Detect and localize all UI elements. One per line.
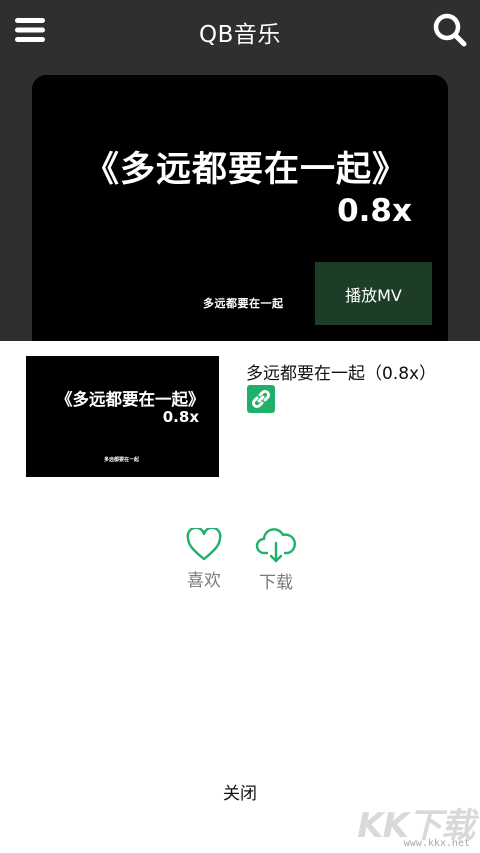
app-header: QB音乐 (0, 0, 480, 62)
play-mv-button[interactable]: 播放MV (315, 262, 432, 325)
song-name: 多远都要在一起（0.8x） (246, 364, 437, 384)
link-icon (251, 389, 271, 409)
search-icon (433, 13, 467, 47)
like-label: 喜欢 (187, 571, 221, 591)
heart-icon (186, 528, 222, 561)
link-button[interactable] (247, 385, 275, 413)
poster-small-title: 多远都要在一起 (203, 297, 284, 310)
download-label: 下载 (259, 573, 293, 593)
song-thumbnail[interactable]: 《多远都要在一起》 0.8x 多远都要在一起 (26, 356, 219, 477)
thumbnail-small-title: 多远都要在一起 (104, 457, 140, 463)
thumbnail-speed: 0.8x (162, 408, 199, 426)
app-title: QB音乐 (199, 22, 281, 48)
thumbnail-title: 《多远都要在一起》 (56, 390, 205, 409)
mv-poster[interactable]: 《多远都要在一起》 0.8x 多远都要在一起 播放MV (32, 75, 448, 341)
watermark: KK下载 www.kkx.net (354, 798, 475, 850)
top-panel: QB音乐 《多远都要在一起》 0.8x 多远都要在一起 播放MV (0, 0, 480, 341)
cloud-download-icon (255, 528, 297, 563)
poster-speed: 0.8x (337, 193, 412, 229)
search-button[interactable] (432, 12, 468, 48)
poster-title: 《多远都要在一起》 (84, 150, 409, 190)
watermark-url: www.kkx.net (403, 838, 470, 849)
download-action[interactable]: 下载 (246, 528, 306, 593)
like-action[interactable]: 喜欢 (174, 528, 234, 591)
